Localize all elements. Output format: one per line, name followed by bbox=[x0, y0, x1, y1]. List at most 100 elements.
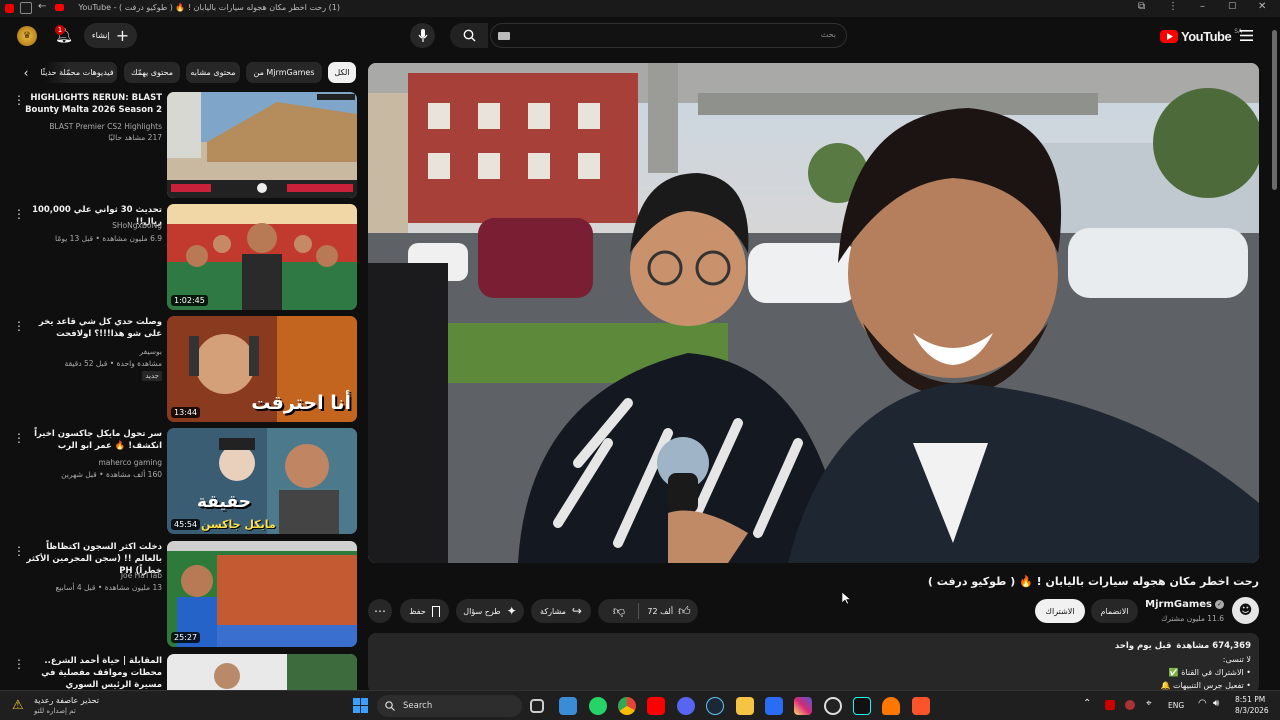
rec-title[interactable]: المقابلة | حياة أحمد الشرع.. محطات ومواق… bbox=[22, 655, 162, 690]
rec-thumbnail[interactable]: 25:27 bbox=[167, 541, 357, 647]
ask-button[interactable]: طرح سؤال ✦ bbox=[456, 599, 524, 623]
rec-duration: 45:54 bbox=[171, 519, 201, 530]
rec-channel[interactable]: Joe HaTTab bbox=[22, 570, 162, 581]
plus-icon: + bbox=[115, 26, 130, 45]
rec-title[interactable]: HIGHLIGHTS RERUN: BLAST Bounty Malta 202… bbox=[22, 92, 162, 116]
youtube-logo[interactable]: YouTube SA bbox=[1160, 27, 1242, 45]
rec-title[interactable]: وصلت حدي كل شي قاعد يخر على شو هذا!!!؟ ا… bbox=[22, 316, 162, 340]
like-button[interactable]: 72 ألف 👍︎ bbox=[640, 599, 698, 623]
clock-date[interactable]: 8/3/2026 bbox=[1235, 706, 1269, 715]
voice-search-icon[interactable] bbox=[410, 23, 435, 48]
description-box[interactable]: 674,369 مشاهدة قبل يوم واحد لا تنسى: • ا… bbox=[368, 633, 1259, 693]
more-actions-icon[interactable]: ⋯ bbox=[368, 599, 392, 623]
brave-icon[interactable] bbox=[912, 697, 930, 715]
tray-app-icon[interactable] bbox=[1125, 700, 1135, 710]
wifi-icon[interactable]: ◠ bbox=[1198, 698, 1207, 709]
channel-name[interactable]: MjrmGames ✓ bbox=[1145, 599, 1224, 610]
clock-time[interactable]: 8:51 PM bbox=[1235, 695, 1265, 704]
app-icon[interactable] bbox=[765, 697, 783, 715]
rec-menu-icon[interactable]: ⋮ bbox=[13, 208, 25, 220]
taskbar-search[interactable]: Search bbox=[377, 695, 522, 717]
tabs-icon[interactable] bbox=[20, 2, 32, 14]
chrome-icon[interactable] bbox=[618, 697, 636, 715]
tiktok-icon[interactable] bbox=[853, 697, 871, 715]
obs-icon[interactable] bbox=[824, 697, 842, 715]
task-view-icon[interactable] bbox=[530, 699, 544, 713]
create-button[interactable]: إنشاء + bbox=[84, 23, 137, 48]
like-divider bbox=[638, 603, 639, 619]
recommendation-item[interactable]: حقيقة مايكل جاكسن 45:54 ⋮ سر تحول مايكل … bbox=[0, 428, 360, 536]
join-button[interactable]: الانضمام bbox=[1091, 599, 1138, 623]
discord-icon[interactable] bbox=[677, 697, 695, 715]
premium-badge-icon[interactable]: ♛ bbox=[17, 26, 37, 46]
rec-thumbnail[interactable] bbox=[167, 654, 357, 690]
search-button[interactable] bbox=[450, 23, 488, 48]
rec-channel[interactable]: BLAST Premier CS2 Highlights bbox=[22, 121, 162, 132]
youtube-app-icon[interactable] bbox=[647, 697, 665, 715]
channel-avatar[interactable]: ☻ bbox=[1232, 597, 1259, 624]
start-windows-icon[interactable] bbox=[352, 697, 369, 714]
recommendation-item[interactable]: أنا احترقت 13:44 ⋮ وصلت حدي كل شي قاعد ي… bbox=[0, 316, 360, 424]
rec-menu-icon[interactable]: ⋮ bbox=[13, 320, 25, 332]
back-icon[interactable]: ← bbox=[38, 1, 46, 12]
rec-thumbnail[interactable]: 1:02:45 bbox=[167, 204, 357, 310]
steam-icon[interactable] bbox=[706, 697, 724, 715]
rec-channel[interactable]: SHoNgxBoNg bbox=[22, 220, 162, 231]
store-icon[interactable] bbox=[559, 697, 577, 715]
maximize-icon[interactable]: ▢ bbox=[1228, 1, 1237, 11]
recommendation-item[interactable]: ⋮ المقابلة | حياة أحمد الشرع.. محطات ومو… bbox=[0, 654, 360, 690]
rec-meta: 13 مليون مشاهدة • قبل 4 أسابيع bbox=[55, 583, 162, 592]
rec-title[interactable]: سر تحول مايكل جاكسون اخيراً انكشف! 🔥 عمر… bbox=[22, 428, 162, 452]
tray-mic-icon[interactable]: ⌖ bbox=[1146, 698, 1152, 709]
rec-thumbnail[interactable]: أنا احترقت 13:44 bbox=[167, 316, 357, 422]
weather-warning-icon[interactable]: ⚠ bbox=[12, 698, 24, 713]
chip-all[interactable]: الكل bbox=[328, 62, 356, 83]
chip-uploads-recent[interactable]: فيديوهات محمّلة حديثًا bbox=[37, 62, 117, 83]
volume-icon[interactable]: 🔊︎ bbox=[1213, 698, 1219, 709]
tray-overflow-icon[interactable]: ⌃ bbox=[1083, 698, 1091, 709]
chip-from-channel[interactable]: من MjrmGames bbox=[246, 62, 322, 83]
whatsapp-icon[interactable] bbox=[589, 697, 607, 715]
cs2-game-thumbnail bbox=[167, 92, 357, 198]
minimize-icon[interactable]: – bbox=[1200, 1, 1205, 12]
dislike-button[interactable]: 👎︎ bbox=[604, 599, 634, 623]
thumbs-up-icon: 👍︎ bbox=[678, 603, 691, 618]
chip-related[interactable]: محتوى مشابه bbox=[186, 62, 240, 83]
weather-title[interactable]: تحذير عاصفة رعدية bbox=[34, 696, 99, 705]
recommendation-item[interactable]: ⋮ HIGHLIGHTS RERUN: BLAST Bounty Malta 2… bbox=[0, 92, 360, 200]
file-explorer-icon[interactable] bbox=[736, 697, 754, 715]
rec-channel[interactable]: maherco gaming bbox=[22, 457, 162, 468]
rec-menu-icon[interactable]: ⋮ bbox=[13, 94, 25, 106]
subscribe-button[interactable]: الاشتراك bbox=[1035, 599, 1085, 623]
menu-dots-icon[interactable]: ⋮ bbox=[1168, 1, 1178, 12]
description-line: لا تنسى: bbox=[1222, 655, 1251, 664]
rec-thumbnail[interactable] bbox=[167, 92, 357, 198]
extensions-icon[interactable]: ⧉ bbox=[1138, 1, 1145, 12]
browser-titlebar: ← (1) رحت اخطر مكان هجوله سيارات باليابا… bbox=[0, 0, 1280, 17]
language-indicator[interactable]: ENG bbox=[1168, 701, 1184, 710]
rec-menu-icon[interactable]: ⋮ bbox=[13, 545, 25, 557]
chips-scroll-left-icon[interactable]: ‹ bbox=[18, 64, 34, 82]
rec-menu-icon[interactable]: ⋮ bbox=[13, 658, 25, 670]
rec-menu-icon[interactable]: ⋮ bbox=[13, 432, 25, 444]
rec-thumbnail[interactable]: حقيقة مايكل جاكسن 45:54 bbox=[167, 428, 357, 534]
video-player[interactable] bbox=[368, 63, 1259, 563]
view-count: 674,369 مشاهدة bbox=[1176, 641, 1251, 651]
channel-name-text: MjrmGames bbox=[1145, 599, 1212, 610]
rec-duration: 13:44 bbox=[171, 407, 201, 418]
soundcloud-icon[interactable] bbox=[882, 697, 900, 715]
save-button[interactable]: حفظ bbox=[400, 599, 449, 623]
hamburger-menu-icon[interactable] bbox=[1238, 27, 1254, 43]
like-count: 72 ألف bbox=[647, 606, 674, 616]
search-input[interactable]: بحث bbox=[490, 23, 847, 48]
keyboard-icon[interactable] bbox=[498, 32, 510, 40]
recommendation-item[interactable]: 1:02:45 ⋮ تحديث 30 ثواني علي 100,000 ريا… bbox=[0, 204, 360, 312]
page-scrollbar[interactable] bbox=[1272, 30, 1277, 190]
close-window-icon[interactable]: ✕ bbox=[1258, 1, 1266, 12]
recommendation-item[interactable]: 25:27 ⋮ دخلت اكثر السجون اكتظاظاً بالعال… bbox=[0, 541, 360, 649]
tray-app-icon[interactable] bbox=[1105, 700, 1115, 710]
rec-channel[interactable]: بوسيفر bbox=[22, 346, 162, 357]
chip-for-you[interactable]: محتوى يهمّك bbox=[124, 62, 180, 83]
share-button[interactable]: مشاركة ↪︎ bbox=[531, 599, 591, 623]
instagram-icon[interactable] bbox=[794, 697, 812, 715]
